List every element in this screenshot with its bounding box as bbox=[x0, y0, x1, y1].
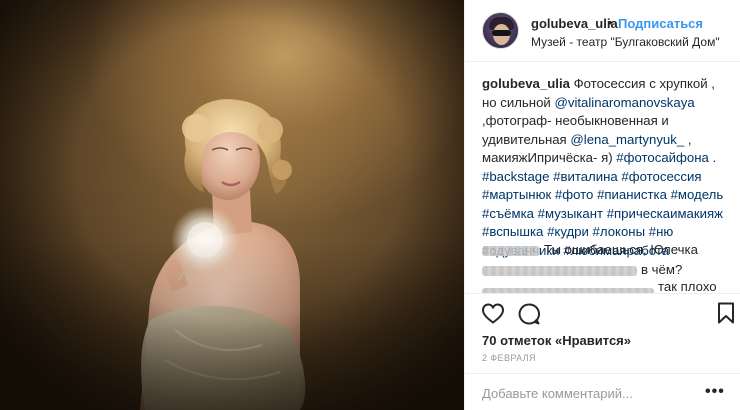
avatar[interactable] bbox=[482, 12, 519, 49]
header-separator: • bbox=[608, 15, 613, 30]
more-dots-icon[interactable]: ••• bbox=[705, 383, 725, 401]
comment-text: в чём? bbox=[641, 262, 683, 277]
action-bar bbox=[465, 293, 740, 327]
hashtag[interactable]: #прическаимакияж bbox=[607, 206, 723, 221]
add-comment-section: ••• bbox=[465, 373, 740, 410]
likes-count[interactable]: 70 отметок «Нравится» bbox=[482, 333, 631, 348]
post-header: golubeva_ulia • Подписаться Музей - теат… bbox=[465, 0, 740, 62]
instagram-post: golubeva_ulia • Подписаться Музей - теат… bbox=[0, 0, 740, 410]
hashtag[interactable]: #музыкант bbox=[538, 206, 603, 221]
blurred-username bbox=[482, 245, 540, 256]
hashtag[interactable]: #съёмка bbox=[482, 206, 534, 221]
caption-username[interactable]: golubeva_ulia bbox=[482, 76, 570, 91]
hashtag[interactable]: #backstage bbox=[482, 169, 549, 184]
caption-mention[interactable]: @vitalinaromanovskaya bbox=[554, 95, 694, 110]
post-location[interactable]: Музей - театр "Булгаковский Дом" bbox=[531, 35, 720, 49]
comment-item: в чём? bbox=[482, 261, 682, 279]
post-caption: golubeva_ulia Фотосессия с хрупкой , но … bbox=[482, 75, 732, 260]
author-username[interactable]: golubeva_ulia bbox=[531, 16, 618, 31]
comment-input[interactable] bbox=[482, 384, 667, 402]
hashtag[interactable]: #виталина bbox=[553, 169, 618, 184]
hashtag[interactable]: #кудри bbox=[547, 224, 589, 239]
comment-text: Ты ошибаешься, Юлечка bbox=[544, 242, 698, 257]
heart-icon[interactable] bbox=[481, 302, 505, 324]
hashtag[interactable]: #фото bbox=[555, 187, 593, 202]
blurred-username bbox=[482, 265, 637, 276]
post-side-panel: golubeva_ulia • Подписаться Музей - теат… bbox=[464, 0, 740, 410]
hashtag[interactable]: #мартынюк bbox=[482, 187, 551, 202]
follow-button[interactable]: Подписаться bbox=[618, 16, 703, 31]
bookmark-icon[interactable] bbox=[717, 302, 735, 324]
comment-item: так плохо bbox=[482, 283, 717, 293]
caption-text: . bbox=[708, 150, 717, 165]
post-photo[interactable] bbox=[0, 0, 464, 410]
hashtag[interactable]: #вспышка bbox=[482, 224, 543, 239]
photo-shadow bbox=[0, 240, 464, 410]
comment-item: Ты ошибаешься, Юлечка bbox=[482, 241, 698, 259]
hashtag[interactable]: #пианистка bbox=[597, 187, 667, 202]
hashtag[interactable]: #ню bbox=[649, 224, 674, 239]
hashtag[interactable]: #модель bbox=[671, 187, 724, 202]
comment-text: так плохо bbox=[658, 283, 717, 293]
caption-mention[interactable]: @lena_martynyuk_ bbox=[570, 132, 684, 147]
hashtag[interactable]: #фотосессия bbox=[621, 169, 701, 184]
comment-bubble-icon[interactable] bbox=[517, 302, 541, 326]
hashtag[interactable]: #локоны bbox=[593, 224, 646, 239]
post-date[interactable]: 2 ФЕВРАЛЯ bbox=[482, 353, 536, 363]
hashtag[interactable]: #фотосайфона bbox=[616, 150, 709, 165]
